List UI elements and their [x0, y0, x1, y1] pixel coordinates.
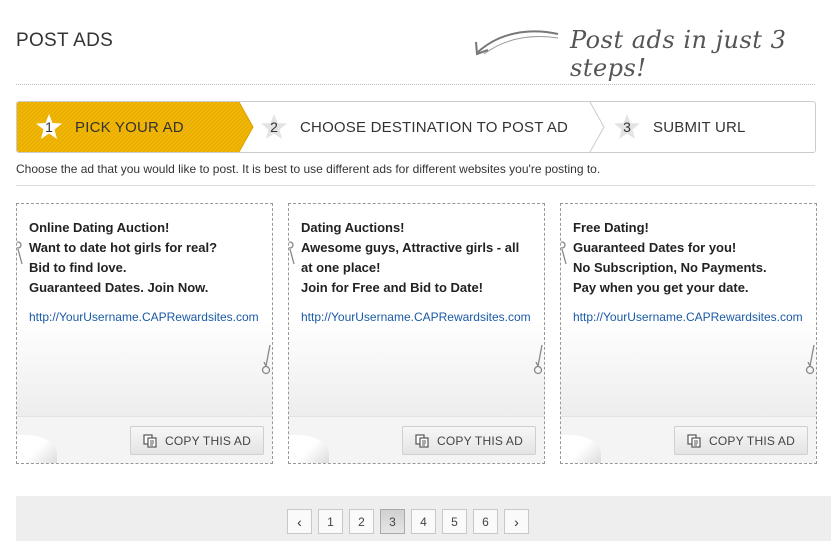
step-label: SUBMIT URL: [653, 118, 746, 136]
copy-ad-button[interactable]: COPY THIS AD: [402, 426, 536, 455]
section-divider: [16, 185, 815, 186]
page-button-6[interactable]: 6: [473, 509, 498, 534]
ad-body: Dating Auctions! Awesome guys, Attractiv…: [289, 204, 544, 416]
header-divider: [16, 84, 815, 85]
step-choose-destination[interactable]: 2 CHOOSE DESTINATION TO POST AD: [260, 102, 568, 152]
ad-line: Join for Free and Bid to Date!: [301, 280, 484, 295]
page-title: POST ADS: [16, 30, 114, 51]
ad-body: Free Dating! Guaranteed Dates for you! N…: [561, 204, 816, 416]
ad-line: Bid to find love.: [29, 260, 127, 275]
curved-arrow-icon: [475, 30, 559, 56]
step-badge: 1: [35, 113, 63, 141]
step-pick-your-ad[interactable]: 1 PICK YOUR AD: [35, 102, 184, 152]
ad-line: Online Dating Auction!: [29, 220, 170, 235]
page-curl: [289, 435, 329, 463]
ad-text: Dating Auctions! Awesome guys, Attractiv…: [301, 218, 536, 324]
copy-ad-button[interactable]: COPY THIS AD: [674, 426, 808, 455]
ad-body: Online Dating Auction! Want to date hot …: [17, 204, 272, 416]
copy-ad-button[interactable]: COPY THIS AD: [130, 426, 264, 455]
copy-ad-label: COPY THIS AD: [709, 433, 795, 448]
ad-card[interactable]: Online Dating Auction! Want to date hot …: [16, 203, 273, 464]
scissors-icon: [533, 344, 543, 375]
page-curl: [561, 435, 601, 463]
instructions-text: Choose the ad that you would like to pos…: [16, 162, 601, 176]
scissors-icon: [17, 241, 23, 265]
ad-card[interactable]: Dating Auctions! Awesome guys, Attractiv…: [288, 203, 545, 464]
copy-ad-label: COPY THIS AD: [165, 433, 251, 448]
scissors-icon: [805, 344, 815, 375]
page-button-2[interactable]: 2: [349, 509, 374, 534]
step-number: 2: [270, 119, 278, 135]
tagline: Post ads in just 3 steps!: [570, 26, 787, 82]
ad-line: Free Dating!: [573, 220, 649, 235]
step-label: CHOOSE DESTINATION TO POST AD: [300, 118, 569, 136]
copy-icon: [415, 433, 429, 448]
ad-line: Guaranteed Dates for you!: [573, 240, 737, 255]
next-page-button[interactable]: ›: [504, 509, 529, 534]
ad-line: Pay when you get your date.: [573, 280, 749, 295]
page-button-3[interactable]: 3: [380, 509, 405, 534]
ad-line: Dating Auctions!: [301, 220, 405, 235]
ad-footer: COPY THIS AD: [289, 416, 544, 463]
page-curl: [17, 435, 57, 463]
ad-line: No Subscription, No Payments.: [573, 260, 767, 275]
ad-line: Guaranteed Dates. Join Now.: [29, 280, 209, 295]
step-badge: 3: [613, 113, 641, 141]
ad-link[interactable]: http://YourUsername.CAPRewardsites.com: [29, 310, 264, 324]
ad-text: Free Dating! Guaranteed Dates for you! N…: [573, 218, 808, 324]
ad-card[interactable]: Free Dating! Guaranteed Dates for you! N…: [560, 203, 817, 464]
copy-icon: [143, 433, 157, 448]
page-button-4[interactable]: 4: [411, 509, 436, 534]
copy-icon: [687, 433, 701, 448]
prev-page-button[interactable]: ‹: [287, 509, 312, 534]
scissors-icon: [561, 241, 567, 265]
ad-line: Want to date hot girls for real?: [29, 240, 218, 255]
ad-link[interactable]: http://YourUsername.CAPRewardsites.com: [301, 310, 536, 324]
step-progress-bar: 1 PICK YOUR AD 2 CHOOSE DESTINATION TO P…: [16, 101, 816, 153]
step-number: 3: [623, 119, 631, 135]
ad-link[interactable]: http://YourUsername.CAPRewardsites.com: [573, 310, 808, 324]
step-submit-url[interactable]: 3 SUBMIT URL: [613, 102, 746, 152]
scissors-icon: [289, 241, 295, 265]
ad-line: Awesome guys, Attractive girls - all: [301, 240, 520, 255]
step-badge: 2: [260, 113, 288, 141]
ad-text: Online Dating Auction! Want to date hot …: [29, 218, 264, 324]
step-number: 1: [45, 119, 53, 135]
page-button-5[interactable]: 5: [442, 509, 467, 534]
ad-footer: COPY THIS AD: [17, 416, 272, 463]
page-button-1[interactable]: 1: [318, 509, 343, 534]
copy-ad-label: COPY THIS AD: [437, 433, 523, 448]
step-label: PICK YOUR AD: [75, 118, 184, 136]
scissors-icon: [261, 344, 271, 375]
pagination: ‹ 1 2 3 4 5 6 ›: [287, 509, 529, 534]
ad-line: at one place!: [301, 260, 381, 275]
ad-footer: COPY THIS AD: [561, 416, 816, 463]
